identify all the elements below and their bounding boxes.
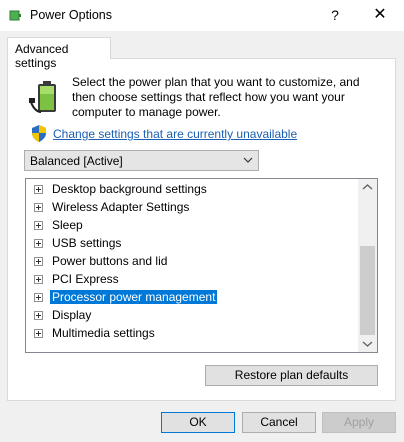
title-bar: Power Options ? ✕ xyxy=(0,0,404,31)
tree-item-label: Sleep xyxy=(52,218,83,232)
tree-item-sleep[interactable]: Sleep xyxy=(26,216,363,234)
expand-icon[interactable] xyxy=(34,203,43,212)
restore-plan-defaults-button[interactable]: Restore plan defaults xyxy=(205,365,378,386)
tab-advanced-settings[interactable]: Advanced settings xyxy=(7,37,111,70)
power-plan-value: Balanced [Active] xyxy=(30,154,123,168)
tab-label: Advanced settings xyxy=(15,42,69,70)
scroll-down-icon[interactable] xyxy=(358,335,377,352)
change-unavailable-settings-link[interactable]: Change settings that are currently unava… xyxy=(53,127,297,141)
battery-plug-icon xyxy=(29,81,56,113)
uac-shield-icon xyxy=(32,125,46,142)
tree-item-label: Display xyxy=(52,308,92,322)
tree-item-usb-settings[interactable]: USB settings xyxy=(26,234,363,252)
tree-item-label: USB settings xyxy=(52,236,122,250)
expand-icon[interactable] xyxy=(34,185,43,194)
help-button[interactable]: ? xyxy=(322,4,348,26)
expand-icon[interactable] xyxy=(34,293,43,302)
tree-item-label: Power buttons and lid xyxy=(52,254,168,268)
apply-button[interactable]: Apply xyxy=(322,412,396,433)
power-options-icon xyxy=(9,10,21,21)
tree-item-label: Multimedia settings xyxy=(52,326,155,340)
expand-icon[interactable] xyxy=(34,221,43,230)
tree-item-label: Wireless Adapter Settings xyxy=(52,200,190,214)
scroll-up-icon[interactable] xyxy=(358,179,377,196)
tree-item-pci-express[interactable]: PCI Express xyxy=(26,270,363,288)
ok-button[interactable]: OK xyxy=(161,412,235,433)
power-plan-select[interactable]: Balanced [Active] xyxy=(24,150,259,171)
expand-icon[interactable] xyxy=(34,257,43,266)
expand-icon[interactable] xyxy=(34,275,43,284)
scroll-thumb[interactable] xyxy=(360,246,375,335)
tree-item-label-selected: Processor power management xyxy=(50,290,218,304)
expand-icon[interactable] xyxy=(34,239,43,248)
expand-icon[interactable] xyxy=(34,311,43,320)
expand-icon[interactable] xyxy=(34,329,43,338)
vertical-scrollbar[interactable] xyxy=(358,179,377,352)
cancel-button[interactable]: Cancel xyxy=(242,412,316,433)
close-button[interactable]: ✕ xyxy=(367,4,393,26)
tree-item-power-buttons[interactable]: Power buttons and lid xyxy=(26,252,363,270)
tree-item-wireless-adapter[interactable]: Wireless Adapter Settings xyxy=(26,198,363,216)
tree-item-processor-power[interactable]: Processor power management xyxy=(26,288,363,306)
tree-item-label: PCI Express xyxy=(52,272,119,286)
tree-item-label: Desktop background settings xyxy=(52,182,207,196)
settings-tree[interactable]: Desktop background settings Wireless Ada… xyxy=(25,178,378,353)
tree-item-display[interactable]: Display xyxy=(26,306,363,324)
window-title: Power Options xyxy=(30,8,112,22)
tree-item-desktop-background[interactable]: Desktop background settings xyxy=(26,180,363,198)
instructions-text: Select the power plan that you want to c… xyxy=(72,75,360,119)
chevron-down-icon xyxy=(243,157,253,163)
tree-item-multimedia[interactable]: Multimedia settings xyxy=(26,324,363,342)
